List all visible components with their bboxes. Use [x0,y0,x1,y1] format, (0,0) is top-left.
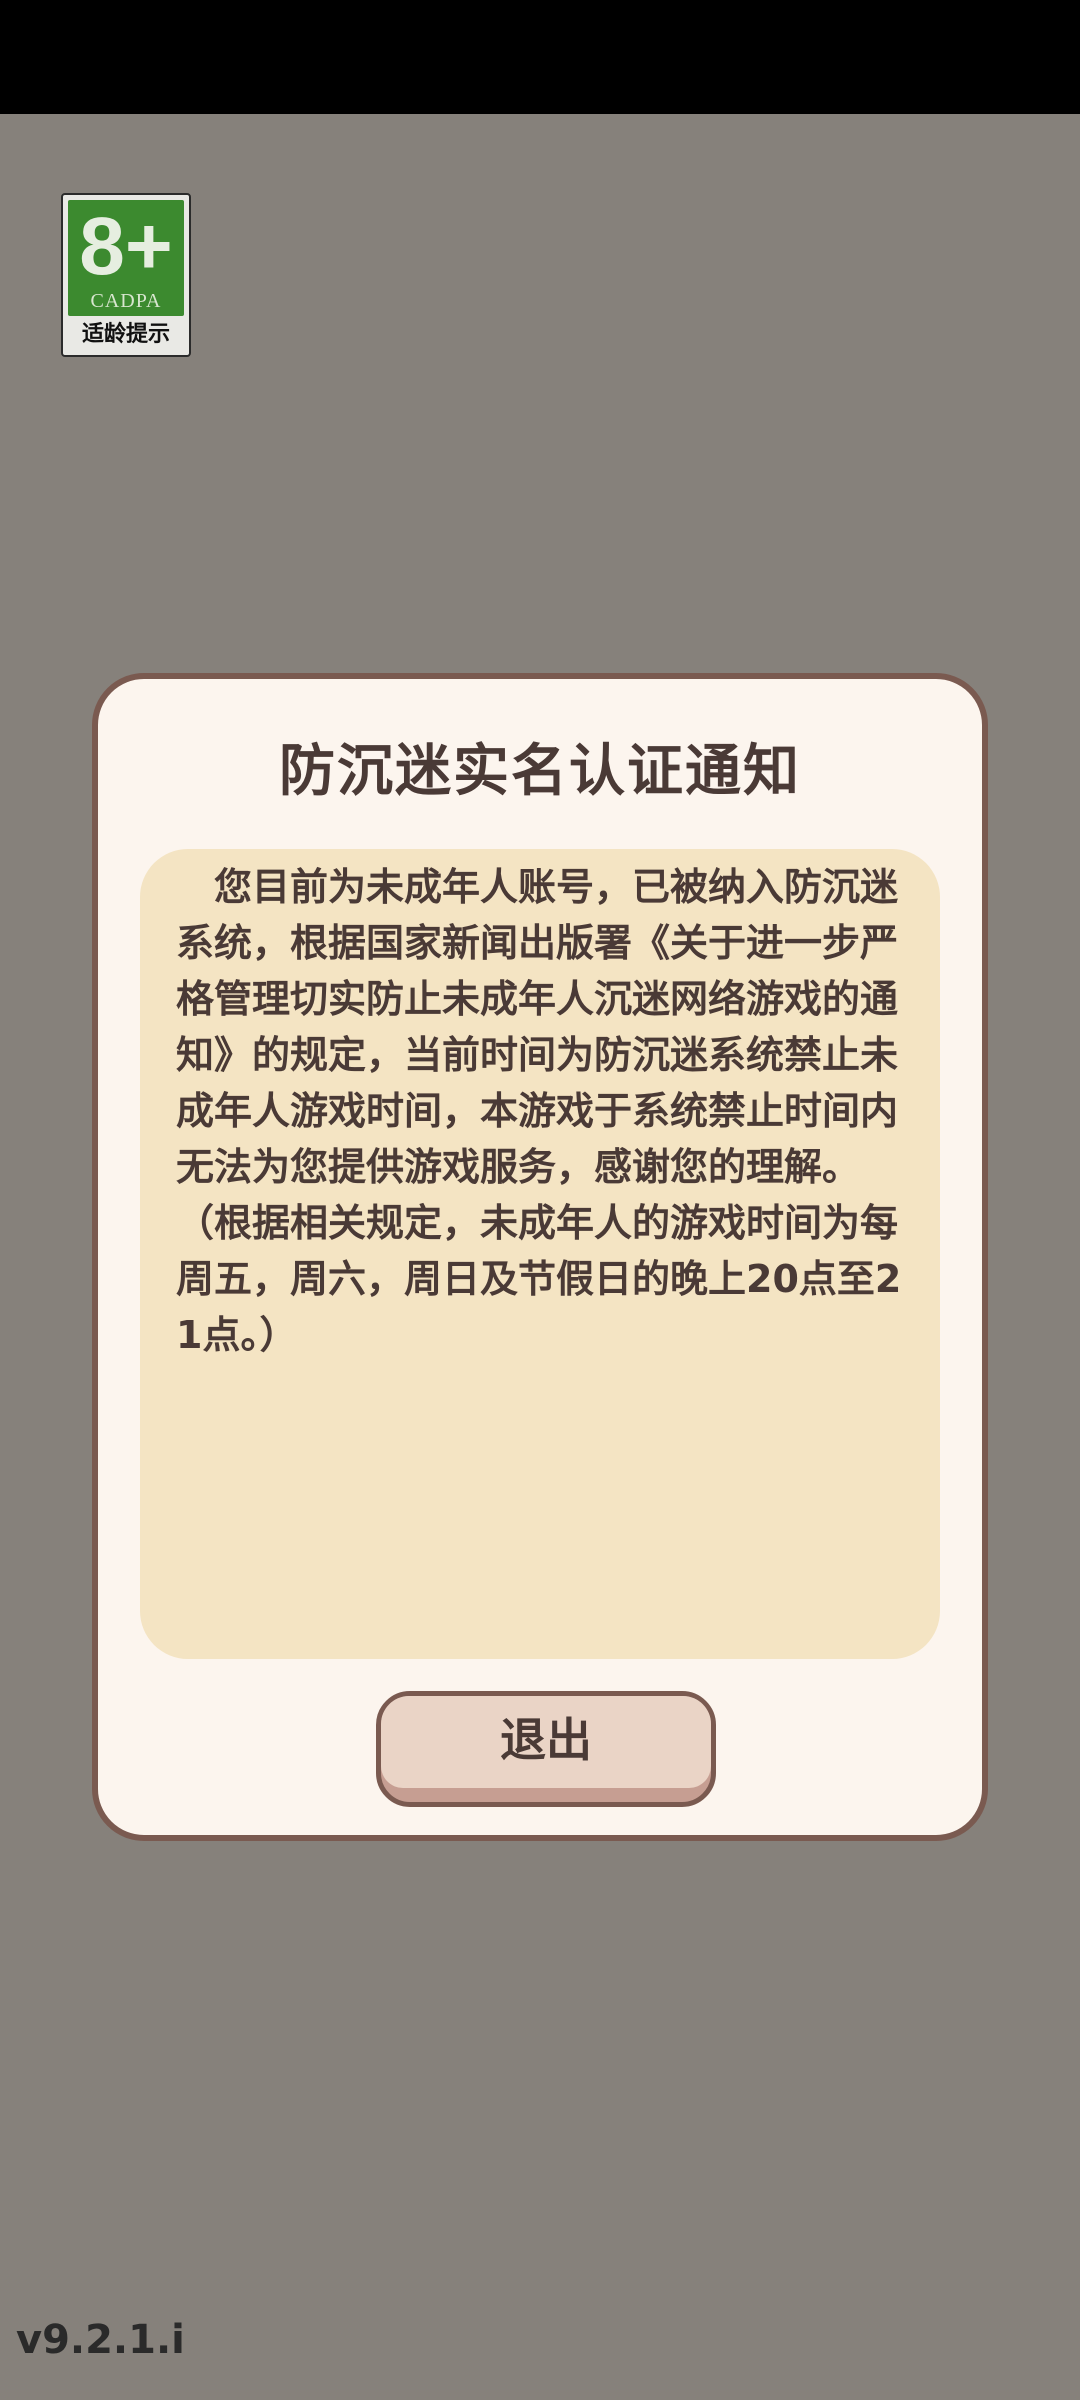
version-label: v9.2.1.i [16,2317,185,2363]
age-rating-number: 8+ [79,201,173,292]
anti-addiction-dialog: 防沉迷实名认证通知 您目前为未成年人账号，已被纳入防沉迷系统，根据国家新闻出版署… [92,673,988,1841]
age-rating-badge: 8+ CADPA 适龄提示 [61,193,191,357]
exit-button[interactable]: 退出 [376,1691,716,1807]
age-rating-tip: 适龄提示 [81,322,170,347]
age-rating-icon: 8+ CADPA [68,200,184,316]
age-rating-org: CADPA [90,290,162,312]
status-bar [0,0,1080,114]
dialog-title: 防沉迷实名认证通知 [279,739,801,804]
notice-text: 您目前为未成年人账号，已被纳入防沉迷系统，根据国家新闻出版署《关于进一步严格管理… [176,865,902,1357]
notice-box: 您目前为未成年人账号，已被纳入防沉迷系统，根据国家新闻出版署《关于进一步严格管理… [140,849,940,1659]
exit-button-label: 退出 [500,1713,592,1767]
